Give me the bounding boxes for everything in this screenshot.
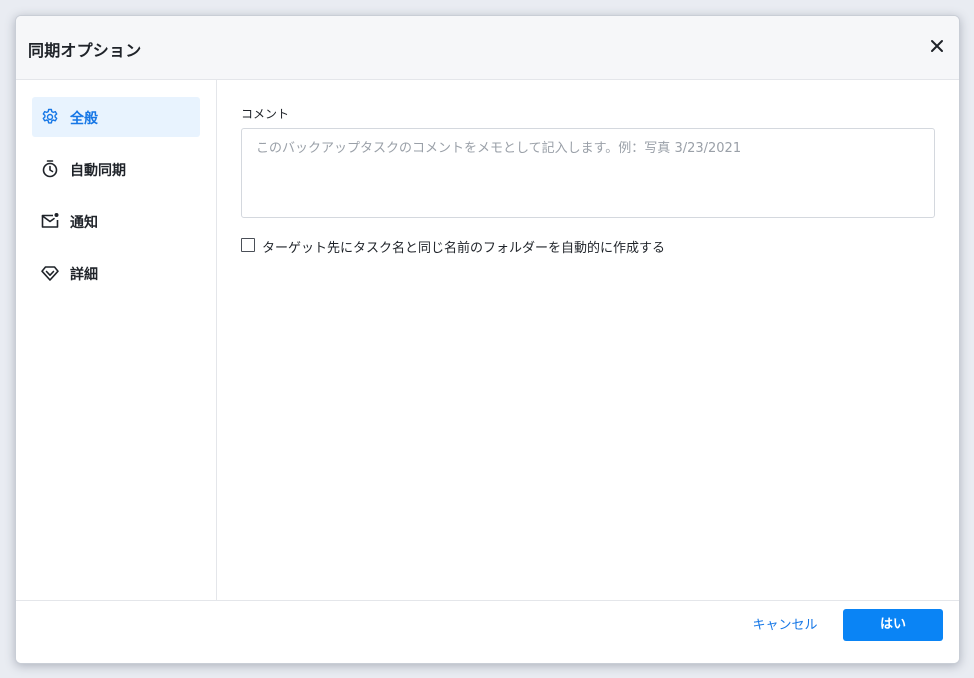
cancel-button[interactable]: キャンセル: [740, 611, 830, 641]
sidebar-item-notification[interactable]: 通知: [32, 201, 200, 241]
diamond-icon: [40, 263, 60, 283]
close-button[interactable]: [927, 36, 947, 56]
general-settings-panel: コメント ターゲット先にタスク名と同じ名前のフォルダーを自動的に作成する: [217, 80, 959, 600]
ok-button[interactable]: はい: [843, 609, 943, 641]
create-folder-checkbox-label: ターゲット先にタスク名と同じ名前のフォルダーを自動的に作成する: [262, 241, 666, 256]
sidebar-item-advanced[interactable]: 詳細: [32, 253, 200, 293]
sidebar-item-label: 全般: [70, 111, 98, 127]
dialog-footer: キャンセル はい: [16, 600, 959, 663]
mail-notification-icon: [40, 211, 60, 231]
gear-icon: [40, 107, 60, 127]
comment-input[interactable]: [241, 128, 935, 218]
sidebar-item-label: 自動同期: [70, 163, 126, 179]
sidebar: 全般 自動同期 通知 詳細: [16, 80, 217, 600]
stopwatch-icon: [40, 159, 60, 179]
sidebar-item-label: 通知: [70, 215, 98, 231]
dialog-title: 同期オプション: [28, 41, 142, 60]
sync-options-dialog: 同期オプション 全般 自動同期 通知 詳細 コメント このバックアップタスクのコ…: [15, 15, 960, 664]
create-folder-checkbox[interactable]: [241, 238, 255, 252]
sidebar-item-general[interactable]: 全般: [32, 97, 200, 137]
comment-label: コメント: [241, 107, 290, 121]
sidebar-item-label: 詳細: [70, 267, 98, 283]
sidebar-item-auto-sync[interactable]: 自動同期: [32, 149, 200, 189]
dialog-titlebar: 同期オプション: [16, 16, 959, 80]
close-icon: [931, 40, 943, 52]
